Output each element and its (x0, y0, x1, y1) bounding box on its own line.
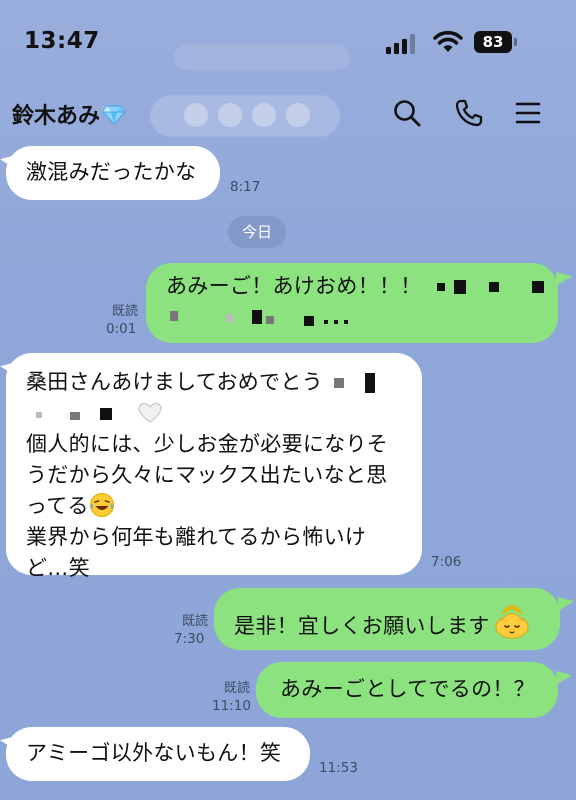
message-time: 11:10 (212, 698, 251, 714)
message-text: ど…笑 (26, 556, 90, 580)
redaction-block (100, 408, 112, 420)
diamond-icon (102, 105, 126, 125)
redaction-block (531, 281, 544, 293)
message-time: 0:01 (106, 321, 137, 337)
redaction-block (226, 314, 234, 322)
message-text: あみーご！あけおめ！！！ (166, 274, 422, 298)
message-text: 激混みだったかな (26, 160, 197, 184)
redaction-block (304, 316, 314, 326)
call-button[interactable] (452, 96, 486, 130)
bubble-tail (556, 671, 572, 685)
battery-indicator: 83 (474, 31, 512, 53)
chat-header: 鈴木あみ (0, 82, 576, 146)
status-bar: 13:47 83 (0, 0, 576, 80)
message-text: 桑田さんあけましておめでとう (26, 370, 323, 394)
redaction-block (436, 283, 445, 291)
message-line: ってる (26, 491, 422, 522)
menu-icon (515, 102, 541, 124)
message-text: ってる (26, 494, 89, 518)
outgoing-message[interactable]: あみーごとしてでるの！？ (256, 662, 558, 718)
battery-nub (514, 38, 517, 46)
message-time: 11:53 (319, 760, 358, 776)
message-text: アミーゴ以外ないもん！笑 (26, 741, 282, 765)
message-line: あみーご！あけおめ！！！ (166, 271, 558, 302)
outgoing-message[interactable]: 是非！宜しくお願いします (214, 588, 560, 650)
signal-icon (386, 34, 415, 54)
search-button[interactable] (390, 96, 424, 130)
message-time: 8:17 (230, 179, 261, 195)
status-time: 13:47 (24, 28, 100, 54)
menu-button[interactable] (511, 96, 545, 130)
white-heart-icon (138, 402, 162, 423)
contact-name: 鈴木あみ (12, 104, 101, 129)
incoming-message[interactable]: 桑田さんあけましておめでとう 個人的には、少しお金が必要になりそ うだから久々に… (6, 353, 422, 580)
redaction-block (364, 373, 375, 393)
redaction-block (170, 311, 178, 321)
redaction-block (36, 412, 42, 418)
redaction-block (252, 310, 262, 324)
redacted-line (166, 302, 558, 332)
read-receipt: 既読 (181, 614, 208, 629)
redaction-block (334, 320, 338, 324)
date-separator: 今日 (228, 216, 286, 248)
message-line: 桑田さんあけましておめでとう (26, 367, 422, 398)
message-text: あみーごとしてでるの！？ (280, 677, 535, 701)
redaction-block (344, 320, 348, 324)
redaction-block (333, 378, 344, 388)
message-text: 是非！宜しくお願いします (234, 614, 490, 638)
message-time: 7:30 (174, 631, 205, 647)
redaction-block (70, 412, 80, 420)
message-text: 個人的には、少しお金が必要になりそ (26, 432, 389, 456)
redaction-block (488, 282, 499, 292)
redaction-block (324, 320, 328, 324)
redaction-block (453, 280, 466, 294)
message-text: うだから久々にマックス出たいなと思 (26, 463, 388, 487)
bubble-tail (556, 272, 572, 286)
incoming-message[interactable]: アミーゴ以外ないもん！笑 (6, 727, 310, 781)
read-receipt: 既読 (223, 681, 250, 696)
phone-icon (455, 99, 483, 127)
contact-name-wrap[interactable]: 鈴木あみ (12, 98, 126, 130)
chat-screen: 13:47 83 鈴木あみ 激混みだったかな 8:17 今日 既読 0:01 あ… (0, 0, 576, 800)
wifi-icon (433, 30, 463, 52)
redaction-block (266, 316, 274, 324)
incoming-message[interactable]: 激混みだったかな (6, 146, 220, 200)
bubble-tail (558, 597, 574, 611)
message-text: 業界から何年も離れてるから怖いけ (26, 525, 367, 549)
read-receipt: 既読 (111, 304, 138, 319)
message-time: 7:06 (431, 554, 462, 570)
redacted-line (26, 398, 422, 429)
search-icon (394, 100, 421, 127)
laughing-tears-icon (89, 493, 114, 517)
bowing-face-icon (495, 605, 529, 639)
outgoing-message[interactable]: あみーご！あけおめ！！！ (146, 263, 558, 343)
